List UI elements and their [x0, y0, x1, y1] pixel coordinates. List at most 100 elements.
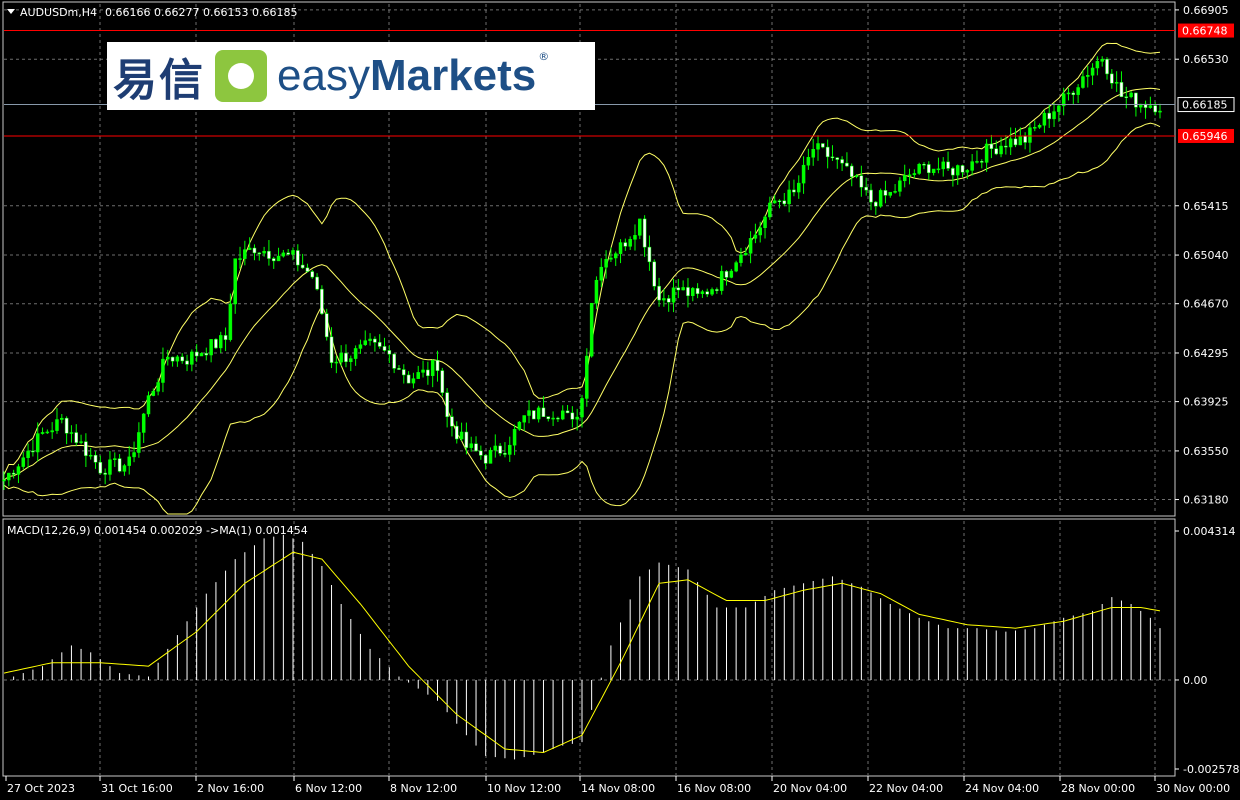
candle-body — [1086, 75, 1090, 77]
candle-body — [488, 449, 493, 464]
candle-body — [1158, 110, 1162, 113]
candle-body — [575, 416, 579, 420]
candle-body — [392, 353, 396, 369]
candle-body — [888, 191, 893, 196]
candle-body — [233, 258, 237, 305]
candle-body — [243, 249, 247, 259]
candle-body — [512, 428, 517, 446]
candle-body — [122, 465, 127, 472]
candle-body — [878, 190, 883, 207]
candle-body — [898, 180, 902, 192]
macd-tick-label: 0.004314 — [1183, 525, 1236, 538]
symbol-label: AUDUSDm,H4 — [20, 6, 97, 19]
candle-body — [411, 378, 416, 384]
candle-body — [1028, 127, 1032, 143]
symbol-menu-icon[interactable] — [7, 9, 15, 14]
candle-body — [363, 340, 367, 345]
registered-mark: ® — [538, 50, 550, 63]
candle-body — [74, 432, 78, 443]
time-tick-label: 31 Oct 16:00 — [101, 782, 173, 795]
candle-body — [541, 407, 546, 417]
price-tick-label: 0.63925 — [1183, 396, 1229, 409]
candle-body — [527, 410, 531, 416]
macd-histogram — [3, 534, 1161, 760]
candle-body — [946, 161, 950, 169]
candle-body — [1119, 82, 1124, 97]
candle-body — [315, 276, 319, 290]
candle-body — [777, 200, 782, 202]
candle-body — [459, 431, 464, 440]
candle-body — [613, 253, 618, 259]
candle-body — [806, 157, 811, 166]
candle-body — [801, 164, 806, 184]
current-price-label: 0.66185 — [1182, 99, 1228, 112]
candle-body — [117, 458, 122, 472]
candle-body — [204, 353, 209, 356]
candle-body — [387, 350, 392, 355]
candle-body — [951, 168, 955, 176]
candle-body — [536, 407, 541, 420]
time-tick-label: 27 Oct 2023 — [7, 782, 75, 795]
candle-body — [483, 455, 488, 464]
candle-body — [686, 287, 690, 296]
candle-body — [377, 342, 382, 347]
candle-body — [26, 450, 30, 458]
candle-body — [691, 288, 695, 296]
candle-body — [151, 391, 156, 396]
candle-body — [349, 358, 353, 362]
candle-body — [445, 392, 449, 417]
candle-body — [440, 370, 445, 393]
candle-body — [223, 335, 228, 340]
chart-canvas[interactable]: 0.66748 0.65946 0.66185 0.66905 0.66530 0.654… — [0, 0, 1240, 800]
time-tick-label: 14 Nov 08:00 — [581, 782, 655, 795]
candle-body — [146, 395, 151, 415]
time-tick-label: 28 Nov 00:00 — [1061, 782, 1135, 795]
candle-body — [999, 145, 1003, 155]
candle-body — [927, 164, 931, 173]
candle-body — [719, 271, 724, 291]
candle-body — [45, 431, 50, 434]
candle-body — [310, 271, 315, 278]
macd-tick-label: -0.002578 — [1183, 763, 1239, 776]
candle-body — [676, 287, 681, 291]
logo-brand-text: easyMarkets — [277, 51, 537, 100]
candle-body — [402, 369, 406, 376]
time-tick-label: 2 Nov 16:00 — [197, 782, 264, 795]
candle-body — [406, 374, 411, 384]
candle-body — [565, 410, 570, 414]
time-tick-label: 16 Nov 08:00 — [677, 782, 751, 795]
candle-body — [994, 148, 998, 155]
candle-body — [623, 242, 628, 247]
candle-body — [50, 430, 54, 433]
candle-body — [247, 247, 252, 250]
candle-body — [594, 279, 599, 304]
candle-body — [1033, 127, 1037, 129]
candle-body — [421, 369, 425, 373]
candle-body — [286, 252, 290, 255]
candle-body — [190, 351, 194, 365]
candle-body — [556, 417, 560, 420]
logo-icon — [215, 50, 267, 102]
candle-body — [970, 161, 974, 171]
candle-body — [825, 146, 830, 158]
macd-header: MACD(12,26,9) 0.001454 0.002029 ->MA(1) … — [7, 524, 308, 537]
candle-body — [638, 218, 642, 236]
candle-body — [633, 235, 637, 240]
candle-body — [1037, 125, 1042, 128]
candle-body — [31, 450, 35, 453]
candle-body — [854, 175, 859, 178]
macd-tick-label: 0.00 — [1183, 674, 1208, 687]
candle-body — [334, 361, 339, 364]
macd-axis: 0.004314 0.00 -0.002578 — [1175, 525, 1239, 776]
time-axis: 27 Oct 2023 31 Oct 16:00 2 Nov 16:00 6 Nov … — [5, 776, 1230, 795]
candle-body — [830, 156, 835, 159]
candle-body — [127, 456, 131, 466]
candle-body — [1042, 112, 1047, 126]
candle-body — [580, 398, 584, 418]
candle-body — [604, 259, 608, 268]
candle-body — [599, 266, 604, 281]
candle-body — [16, 466, 21, 475]
candle-body — [1076, 87, 1080, 95]
candle-body — [35, 433, 40, 453]
candle-body — [907, 174, 912, 177]
